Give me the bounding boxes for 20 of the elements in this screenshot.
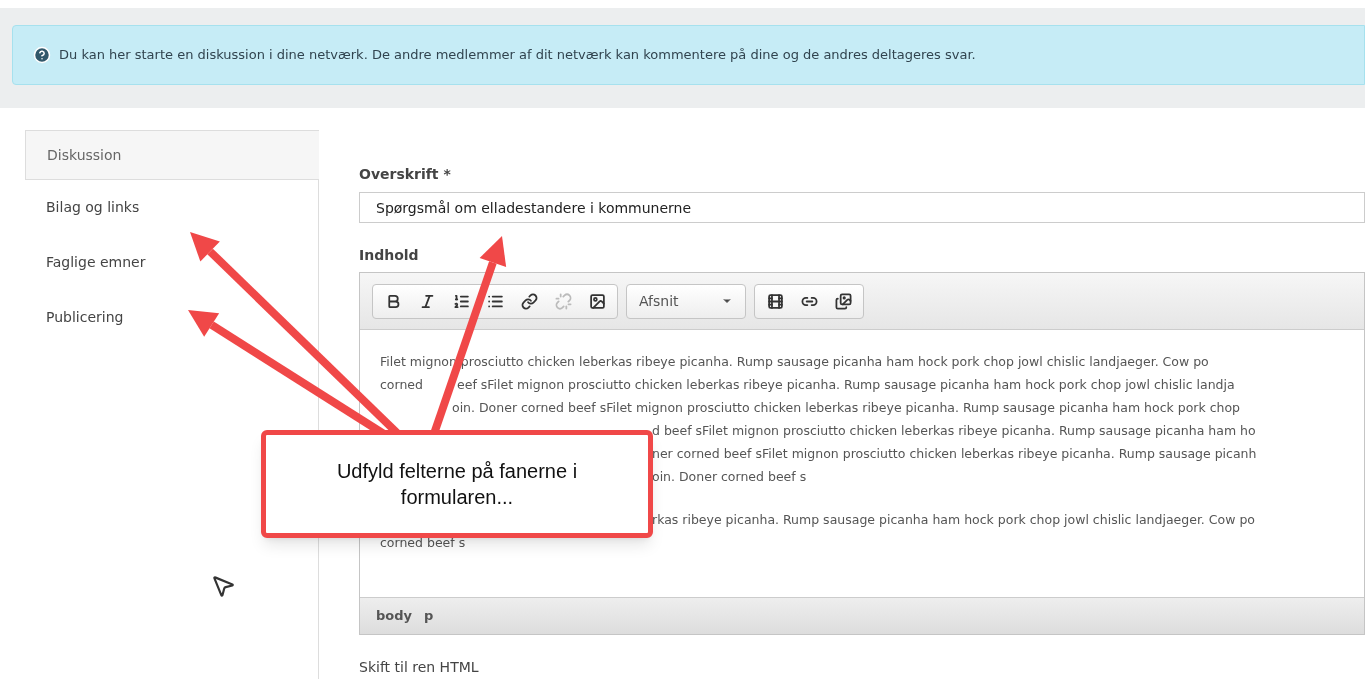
- tab[interactable]: Diskussion: [25, 130, 319, 180]
- editor-text: corned beef s: [380, 534, 466, 552]
- editor-text: rkas ribeye picanha. Rump sausage picanha ham hock pork chop jowl chislic landjaeger. Cow po: [652, 511, 1255, 529]
- editor-text: eef sFilet mignon prosciutto chicken leberkas ribeye picanha. Rump sausage picanha ham hock pork chop jowl chislic landja: [457, 376, 1235, 394]
- mouse-pointer-icon: [210, 573, 236, 599]
- field-label: Indhold: [359, 246, 420, 265]
- title-input[interactable]: Spørgsmål om elladestandere i kommunerne: [359, 192, 1365, 223]
- editor-text: d beef sFilet mignon prosciutto chicken leberkas ribeye picanha. Rump sausage picanha ham ho: [652, 422, 1256, 440]
- editor-text: corned: [380, 376, 423, 394]
- help-icon: [33, 46, 51, 64]
- editor-text: ner corned beef sFilet mignon prosciutto chicken leberkas ribeye picanha. Rump sausage picanh: [652, 445, 1257, 463]
- format-dropdown[interactable]: Afsnit: [626, 283, 746, 319]
- element-path[interactable]: body: [376, 606, 413, 626]
- field-label: Overskrift *: [359, 165, 452, 184]
- html-toggle-link[interactable]: Skift til ren HTML: [359, 657, 1365, 678]
- editor-text: oin. Doner corned beef s: [652, 468, 807, 486]
- editor-text: oin. Doner corned beef sFilet mignon prosciutto chicken leberkas ribeye picanha. Rump sausage picanha ham hock pork chop: [452, 399, 1241, 417]
- info-text: Du kan her starte en diskussion i dine netværk. De andre medlemmer af dit netværk kan kommentere på dine og de andres deltageres svar.: [59, 46, 976, 65]
- element-path[interactable]: p: [424, 606, 434, 626]
- callout-text: Udfyld felterne på fanerne i formularen...: [335, 459, 579, 510]
